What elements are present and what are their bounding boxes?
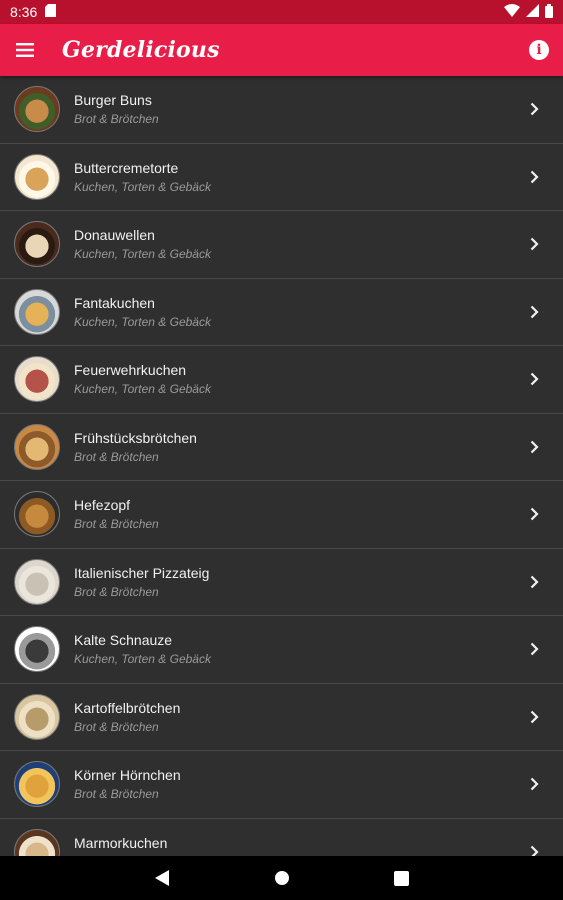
recipe-text: Fantakuchen Kuchen, Torten & Gebäck: [74, 294, 211, 330]
recipe-category: Kuchen, Torten & Gebäck: [74, 247, 211, 262]
recipe-category: Brot & Brötchen: [74, 449, 159, 464]
recipe-name: Hefezopf: [74, 497, 131, 514]
recipe-text: Feuerwehrkuchen Kuchen, Torten & Gebäck: [74, 361, 211, 397]
recipe-name: Donauwellen: [74, 227, 155, 244]
recipe-category: Kuchen, Torten & Gebäck: [74, 314, 211, 329]
chevron-right-icon: [527, 569, 541, 595]
recipe-list-item[interactable]: Donauwellen Kuchen, Torten & Gebäck: [0, 211, 563, 279]
recipe-list-item[interactable]: Burger Buns Brot & Brötchen: [0, 76, 563, 144]
recipe-list-item[interactable]: Feuerwehrkuchen Kuchen, Torten & Gebäck: [0, 346, 563, 414]
recipe-name: Marmorkuchen: [74, 834, 168, 851]
recipe-thumbnail: [14, 761, 60, 808]
recipe-list-item[interactable]: Kalte Schnauze Kuchen, Torten & Gebäck: [0, 616, 563, 684]
recipe-category: Brot & Brötchen: [74, 719, 159, 734]
recipe-thumbnail: [14, 491, 60, 538]
chevron-right-icon: [527, 96, 541, 122]
chevron-right-icon: [527, 771, 541, 797]
recipe-list-item[interactable]: Hefezopf Brot & Brötchen: [0, 481, 563, 549]
chevron-right-icon: [527, 164, 541, 190]
sd-card-icon: [45, 4, 57, 20]
recipe-category: Brot & Brötchen: [74, 517, 159, 532]
back-icon[interactable]: [152, 868, 172, 888]
app-title: Gerdelicious: [62, 37, 220, 63]
recipe-thumbnail: [14, 828, 60, 856]
recipe-thumbnail: [14, 153, 60, 200]
recipe-text: Burger Buns Brot & Brötchen: [74, 91, 159, 127]
recipe-list-item[interactable]: Buttercremetorte Kuchen, Torten & Gebäck: [0, 144, 563, 211]
chevron-right-icon: [527, 366, 541, 392]
recipe-name: Italienischer Pizzateig: [74, 564, 210, 581]
signal-icon: [526, 4, 539, 20]
recipe-name: Buttercremetorte: [74, 159, 179, 176]
recipe-text: Hefezopf Brot & Brötchen: [74, 496, 159, 532]
recipe-name: Körner Hörnchen: [74, 767, 181, 784]
recipe-list-item[interactable]: Fantakuchen Kuchen, Torten & Gebäck: [0, 279, 563, 346]
recipe-thumbnail: [14, 221, 60, 268]
recipe-thumbnail: [14, 423, 60, 470]
recipe-text: MarmorkuchenKuchen, Torten & Gebäck: [74, 834, 211, 856]
recipe-thumbnail: [14, 288, 60, 335]
status-icons: [504, 3, 553, 21]
chevron-right-icon: [527, 636, 541, 662]
recipe-thumbnail: [14, 558, 60, 605]
recipe-list-item[interactable]: Frühstücksbrötchen Brot & Brötchen: [0, 414, 563, 481]
navigation-bar: [0, 856, 563, 900]
app-bar: Gerdelicious i: [0, 24, 563, 76]
chevron-right-icon: [527, 231, 541, 257]
recipe-name: Kalte Schnauze: [74, 632, 173, 649]
recipe-text: Frühstücksbrötchen Brot & Brötchen: [74, 429, 197, 465]
recipe-list-item[interactable]: Italienischer Pizzateig Brot & Brötchen: [0, 549, 563, 616]
recipe-category: Kuchen, Torten & Gebäck: [74, 652, 211, 667]
recipe-list-item[interactable]: MarmorkuchenKuchen, Torten & Gebäck: [0, 819, 563, 856]
chevron-right-icon: [527, 501, 541, 527]
info-icon[interactable]: i: [529, 40, 549, 60]
status-time: 8:36: [10, 4, 38, 20]
recents-icon[interactable]: [392, 868, 412, 888]
home-icon[interactable]: [272, 868, 292, 888]
recipe-name: Feuerwehrkuchen: [74, 362, 187, 379]
recipe-list: Burger Buns Brot & Brötchen Buttercremetor…: [0, 76, 563, 856]
chevron-right-icon: [527, 839, 541, 856]
wifi-icon: [504, 4, 520, 20]
chevron-right-icon: [527, 299, 541, 325]
recipe-category: Brot & Brötchen: [74, 584, 159, 599]
recipe-text: Italienischer Pizzateig Brot & Brötchen: [74, 564, 209, 600]
recipe-name: Burger Buns: [74, 92, 152, 109]
recipe-name: Kartoffelbrötchen: [74, 699, 181, 716]
recipe-list-item[interactable]: Kartoffelbrötchen Brot & Brötchen: [0, 684, 563, 751]
chevron-right-icon: [527, 434, 541, 460]
recipe-text: Donauwellen Kuchen, Torten & Gebäck: [74, 226, 211, 262]
recipe-name: Fantakuchen: [74, 294, 155, 311]
recipe-name: Frühstücksbrötchen: [74, 429, 197, 446]
recipe-text: Buttercremetorte Kuchen, Torten & Gebäck: [74, 159, 211, 195]
chevron-right-icon: [527, 704, 541, 730]
menu-icon[interactable]: [14, 39, 36, 61]
recipe-text: Körner Hörnchen Brot & Brötchen: [74, 766, 181, 802]
recipe-thumbnail: [14, 356, 60, 403]
recipe-category: Kuchen, Torten & Gebäck: [74, 179, 211, 194]
status-bar: 8:36: [0, 0, 563, 24]
recipe-text: Kalte Schnauze Kuchen, Torten & Gebäck: [74, 631, 211, 667]
recipe-text: Kartoffelbrötchen Brot & Brötchen: [74, 699, 180, 735]
recipe-list-item[interactable]: Körner Hörnchen Brot & Brötchen: [0, 751, 563, 819]
recipe-thumbnail: [14, 693, 60, 740]
battery-icon: [545, 3, 553, 21]
recipe-thumbnail: [14, 86, 60, 133]
recipe-category: Brot & Brötchen: [74, 112, 159, 127]
recipe-category: Kuchen, Torten & Gebäck: [74, 382, 211, 397]
recipe-thumbnail: [14, 626, 60, 673]
recipe-category: Brot & Brötchen: [74, 787, 159, 802]
